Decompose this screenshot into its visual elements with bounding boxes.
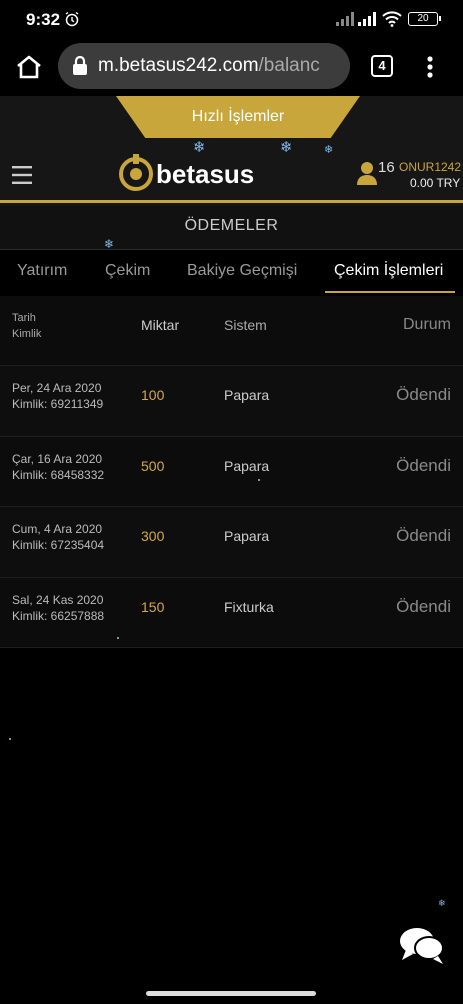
notification-count: 16 [378, 159, 395, 176]
table-row: Sal, 24 Kas 2020 Kimlik: 66257888 150 Fixtu… [0, 577, 463, 648]
tab-withdraw[interactable]: Çekim [105, 262, 150, 280]
row-date: Cum, 4 Ara 2020 [12, 522, 103, 536]
alarm-icon [64, 11, 80, 32]
username[interactable]: ONUR1242 [399, 160, 461, 174]
row-amount: 300 [141, 528, 165, 544]
site-logo[interactable]: betasus [118, 152, 278, 194]
header-amount: Miktar [141, 317, 180, 333]
row-system: Papara [224, 387, 270, 403]
header-id: Kimlik [12, 328, 42, 340]
row-amount: 500 [141, 457, 165, 474]
row-date: Çar, 16 Ara 2020 [12, 451, 103, 466]
header-status: Durum [402, 316, 451, 333]
table-row: Per, 24 Ara 2020 Kimlik: 69211349 100 Papar… [0, 366, 463, 437]
url-text: m.betasus242.com/balanc [98, 55, 320, 76]
row-status: Ödendi [396, 455, 451, 475]
snow-particle [9, 738, 11, 740]
user-icon[interactable] [357, 161, 377, 190]
row-date-id: Cum, 4 Ara 2020 Kimlik: 67235404 [12, 521, 104, 553]
payment-tabs: Yatırım Çekim Bakiye Geçmişi Çekim İşlem… [0, 250, 463, 296]
clock: 9:32 [26, 10, 61, 29]
row-system: Fixturka [224, 598, 274, 615]
battery-icon: 20 [408, 12, 441, 26]
svg-text:betasus: betasus [156, 159, 254, 189]
tab-switcher-button[interactable]: 4 [371, 55, 393, 77]
lock-icon [72, 55, 88, 81]
signal-icon [358, 12, 376, 31]
row-id: Kimlik: 68458332 [12, 467, 105, 482]
page-title-bar: ÖDEMELER [0, 206, 463, 250]
snowflake-icon: ❄ [104, 237, 115, 251]
snow-particle [117, 637, 119, 639]
row-amount: 100 [141, 387, 165, 403]
address-bar[interactable]: m.betasus242.com/balanc [58, 43, 350, 89]
tab-withdraw-transactions[interactable]: Çekim İşlemleri [334, 262, 443, 280]
chat-icon[interactable] [398, 924, 446, 966]
row-id: Kimlik: 67235404 [12, 538, 105, 552]
row-status: Ödendi [396, 596, 451, 616]
browser-toolbar: m.betasus242.com/balanc 4 [0, 38, 463, 96]
quick-actions-label: Hızlı İşlemler [191, 108, 285, 125]
row-date-id: Çar, 16 Ara 2020 Kimlik: 68458332 [12, 451, 104, 483]
row-date: Per, 24 Ara 2020 [12, 381, 102, 395]
site-header: Hızlı İşlemler betasus 16 ONUR1242 0.00 … [0, 96, 463, 206]
row-amount: 150 [141, 598, 165, 615]
row-status: Ödendi [396, 385, 451, 404]
wifi-icon [382, 11, 402, 32]
snowflake-icon: ❄ [280, 139, 293, 156]
row-date: Sal, 24 Kas 2020 [12, 592, 104, 607]
row-system: Papara [224, 528, 270, 544]
table-row: Çar, 16 Ara 2020 Kimlik: 68458332 500 Papar… [0, 436, 463, 507]
transactions-table: Tarih Kimlik Miktar Sistem Durum Per, 24… [0, 296, 463, 648]
snow-particle [258, 479, 260, 481]
signal-icon [336, 12, 354, 31]
home-icon[interactable] [15, 54, 43, 80]
tab-balance-history[interactable]: Bakiye Geçmişi [187, 262, 297, 280]
more-menu-icon[interactable] [420, 53, 440, 81]
row-date-id: Per, 24 Ara 2020 Kimlik: 69211349 [12, 380, 103, 412]
snowflake-icon: ❄ [438, 898, 446, 908]
row-date-id: Sal, 24 Kas 2020 Kimlik: 66257888 [12, 592, 104, 624]
hamburger-menu-icon[interactable] [12, 166, 32, 184]
snowflake-icon: ❄ [193, 139, 206, 156]
row-id: Kimlik: 66257888 [12, 608, 105, 623]
page-title: ÖDEMELER [184, 217, 279, 234]
header-date-id: Tarih Kimlik [12, 310, 41, 342]
header-date: Tarih [12, 312, 36, 324]
status-bar: 9:32 20 [0, 0, 463, 38]
quick-actions-button[interactable]: Hızlı İşlemler [116, 96, 360, 138]
row-status: Ödendi [396, 526, 451, 545]
table-row: Cum, 4 Ara 2020 Kimlik: 67235404 300 Papara… [0, 507, 463, 578]
row-id: Kimlik: 69211349 [12, 397, 104, 411]
snowflake-icon: ❄ [324, 144, 334, 156]
active-tab-indicator [325, 291, 455, 293]
header-divider [0, 200, 463, 203]
table-header: Tarih Kimlik Miktar Sistem Durum [0, 296, 463, 366]
header-system: Sistem [224, 317, 267, 333]
gesture-bar[interactable] [146, 991, 316, 996]
tab-deposit[interactable]: Yatırım [17, 262, 67, 280]
row-system: Papara [224, 457, 270, 474]
balance: 0.00 TRY [410, 176, 461, 190]
